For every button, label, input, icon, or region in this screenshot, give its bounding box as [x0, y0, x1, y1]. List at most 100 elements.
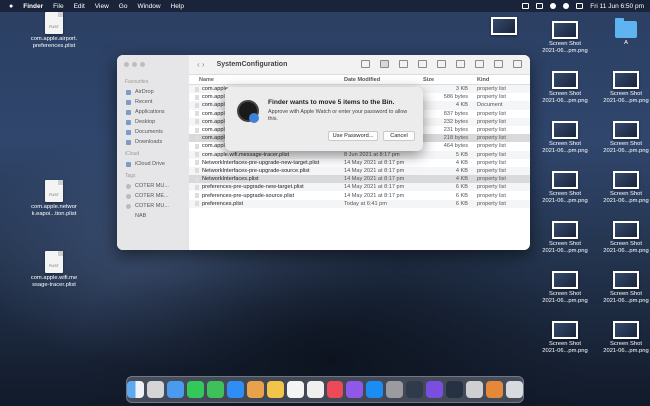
sidebar-item-tag[interactable]: COTER MU... [117, 201, 189, 211]
sidebar-item-documents[interactable]: Documents [117, 127, 189, 137]
column-date-modified[interactable]: Date Modified [339, 77, 423, 83]
search-icon[interactable] [513, 60, 522, 68]
menu-window[interactable]: Window [137, 3, 160, 10]
screenshot-thumbnail-icon [552, 21, 578, 39]
app-store-icon[interactable] [366, 381, 384, 398]
screenshot-thumbnail-icon [613, 221, 639, 239]
file-size: 4 KB [455, 159, 468, 166]
table-row[interactable]: NetworkInterfaces-pre-upgrade-new-target… [189, 159, 530, 167]
app-icon[interactable] [426, 381, 444, 398]
table-row[interactable]: com.apple.wifi.message-tracer.plist 8 Jun… [189, 150, 530, 159]
group-icon[interactable] [437, 60, 446, 68]
back-forward-icon[interactable]: ‹ › [197, 60, 205, 69]
close-window-icon[interactable] [124, 62, 129, 67]
menu-edit[interactable]: Edit [74, 3, 85, 10]
facetime-icon[interactable] [206, 381, 224, 398]
sidebar-item-icloud-drive[interactable]: iCloud Drive [117, 159, 189, 169]
preview-icon[interactable] [466, 381, 484, 398]
screen-record-icon[interactable] [522, 3, 530, 9]
app-icon[interactable] [446, 381, 464, 398]
launchpad-icon[interactable] [146, 381, 164, 398]
safari-icon[interactable] [226, 381, 244, 398]
screenshot-file[interactable]: Screen Shot 2021-06...pm.png [582, 221, 650, 255]
battery-icon[interactable] [536, 3, 544, 9]
gallery-view-icon[interactable] [418, 60, 427, 68]
file-size: 5 KB [455, 151, 468, 158]
app-icon[interactable] [486, 381, 504, 398]
list-view-icon[interactable] [380, 60, 389, 68]
menu-help[interactable]: Help [171, 3, 184, 10]
table-row[interactable]: preferences-pre-upgrade-source.plist 14 M… [189, 191, 530, 199]
tag-dot-icon [126, 183, 131, 189]
search-icon[interactable] [563, 3, 570, 9]
folder-a[interactable]: A [582, 18, 650, 47]
tag-icon[interactable] [475, 60, 484, 68]
icon-view-icon[interactable] [361, 60, 370, 68]
sidebar-item-desktop[interactable]: Desktop [117, 117, 189, 127]
screenshot-file[interactable]: Screen Shot 2021-06...pm.png [582, 171, 650, 205]
sidebar-item-applications[interactable]: Applications [117, 107, 189, 117]
messages-icon[interactable] [186, 381, 204, 398]
calendar-icon[interactable] [286, 381, 304, 398]
menu-go[interactable]: Go [119, 3, 128, 10]
file-size: 232 bytes [443, 118, 468, 125]
screenshot-label: Screen Shot 2021-06...pm.png [603, 291, 649, 304]
sidebar-item-tag[interactable]: COTER MU... [117, 181, 189, 191]
mail-icon[interactable] [166, 381, 184, 398]
file-date: 14 May 2021 at 8:17 pm [344, 176, 405, 183]
menu-clock[interactable]: Fri 11 Jun 6:50 pm [590, 3, 644, 10]
window-controls [124, 62, 145, 67]
sidebar-item-downloads[interactable]: Downloads [117, 137, 189, 147]
file-kind: property list [477, 143, 506, 150]
trash-icon[interactable] [506, 381, 524, 398]
control-center-icon[interactable] [576, 3, 584, 9]
system-preferences-icon[interactable] [386, 381, 404, 398]
use-password-button[interactable]: Use Password... [328, 131, 378, 141]
menu-view[interactable]: View [95, 3, 109, 10]
sidebar-item-airdrop[interactable]: AirDrop [117, 87, 189, 97]
zoom-window-icon[interactable] [140, 62, 145, 67]
column-size[interactable]: Size [423, 77, 473, 83]
screenshot-file[interactable]: Screen Shot 2021-06...pm.png [582, 321, 650, 355]
finder-icon[interactable] [126, 381, 144, 398]
column-view-icon[interactable] [399, 60, 408, 68]
screenshot-file[interactable]: Screen Shot 2021-06...pm.png [582, 71, 650, 105]
podcasts-icon[interactable] [346, 381, 364, 398]
file-size: 6 KB [455, 184, 468, 191]
action-menu-icon[interactable] [494, 60, 503, 68]
table-row[interactable]: preferences-pre-upgrade-new-target.plist… [189, 183, 530, 192]
column-kind[interactable]: Kind [473, 77, 530, 83]
notes-icon[interactable] [266, 381, 284, 398]
reminders-icon[interactable] [306, 381, 324, 398]
screenshot-file[interactable]: Screen Shot 2021-06...pm.png [582, 271, 650, 305]
column-name[interactable]: Name [189, 77, 339, 83]
menu-app-name[interactable]: Finder [23, 3, 43, 10]
sidebar-item-tag[interactable]: NAB [117, 211, 189, 221]
menu-file[interactable]: File [53, 3, 63, 10]
apple-menu-icon[interactable]: ● [9, 3, 13, 10]
screenshot-app-icon[interactable] [406, 381, 424, 398]
sidebar-item-tag[interactable]: COTER ME... [117, 191, 189, 201]
file-kind: Document [477, 102, 503, 109]
screenshot-file[interactable]: Screen Shot 2021-06...pm.png [582, 121, 650, 155]
plist-file-icon [195, 86, 199, 92]
music-icon[interactable] [326, 381, 344, 398]
desktop-file-icon[interactable]: PLIST com.apple.airport. preferences.pli… [9, 12, 99, 50]
plist-file-icon [195, 143, 199, 149]
cancel-button[interactable]: Cancel [383, 131, 415, 141]
wifi-icon[interactable] [550, 3, 557, 9]
file-size: 231 bytes [443, 127, 468, 134]
photos-icon[interactable] [246, 381, 264, 398]
desktop-file-icon[interactable]: PLIST com.apple.wifi.me ssage-tracer.pli… [9, 251, 99, 289]
sidebar-item-recent[interactable]: Recent [117, 97, 189, 107]
share-icon[interactable] [456, 60, 465, 68]
folder-label: A [624, 40, 628, 46]
table-row[interactable]: NetworkInterfaces.plist 14 May 2021 at 8:… [189, 175, 530, 184]
table-row[interactable]: NetworkInterfaces-pre-upgrade-source.pli… [189, 166, 530, 176]
dock [126, 376, 524, 403]
table-row[interactable]: preferences.plist Today at 6:41 pm 6 KB pro… [189, 199, 530, 208]
toolbar-tools [361, 60, 522, 68]
desktop-file-icon[interactable]: PLIST com.apple.networ k.eapoi...tion.pl… [9, 180, 99, 218]
file-kind: property list [477, 167, 506, 174]
minimize-window-icon[interactable] [132, 62, 137, 67]
